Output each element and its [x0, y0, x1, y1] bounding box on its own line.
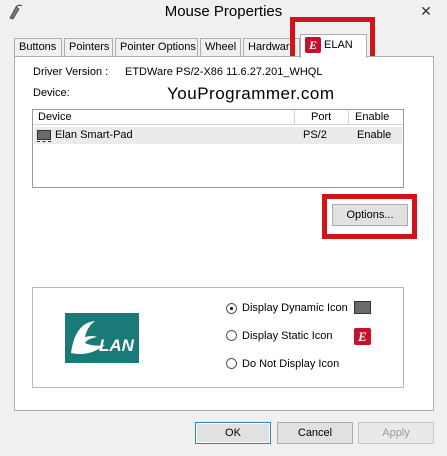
- title-bar: Mouse Properties ✕: [0, 0, 447, 28]
- highlight-box-options: [322, 194, 417, 239]
- tab-elan[interactable]: E ELAN: [300, 34, 367, 58]
- column-header-device[interactable]: Device: [33, 110, 295, 125]
- elan-logo-text: LAN: [99, 336, 135, 355]
- radio-do-not-display-icon[interactable]: [226, 358, 237, 369]
- label-display-static-icon[interactable]: Display Static Icon: [242, 330, 332, 342]
- device-label: Device:: [33, 87, 70, 99]
- tab-pointers[interactable]: Pointers: [64, 38, 113, 57]
- enable-cell: Enable: [357, 129, 392, 141]
- radio-display-static-icon[interactable]: [226, 330, 237, 341]
- watermark-text: YouProgrammer.com: [167, 84, 335, 103]
- tab-wheel[interactable]: Wheel: [200, 38, 241, 57]
- driver-version-value: ETDWare PS/2-X86 11.6.27.201_WHQL: [125, 66, 323, 78]
- radio-selected-dot: [230, 307, 233, 310]
- window-title: Mouse Properties: [164, 3, 283, 20]
- label-display-dynamic-icon[interactable]: Display Dynamic Icon: [242, 302, 348, 314]
- ok-button[interactable]: OK: [195, 422, 271, 444]
- touchpad-icon-base: [37, 141, 51, 143]
- table-header: Device Port Enable: [33, 110, 403, 125]
- apply-button[interactable]: Apply: [358, 422, 434, 444]
- table-row[interactable]: Elan Smart-Pad PS/2 Enable: [34, 127, 402, 144]
- driver-version-label: Driver Version :: [33, 66, 109, 78]
- column-header-enable[interactable]: Enable: [349, 110, 403, 125]
- elan-logo: LAN: [65, 313, 139, 363]
- touchpad-icon: [37, 130, 51, 140]
- device-cell: Elan Smart-Pad: [55, 129, 133, 141]
- tab-pointer-options[interactable]: Pointer Options: [115, 38, 198, 57]
- close-button[interactable]: ✕: [412, 2, 440, 20]
- elan-icon: E: [354, 328, 371, 345]
- tab-elan-label: ELAN: [324, 39, 353, 51]
- elan-icon: E: [305, 37, 321, 54]
- touchpad-icon: [354, 301, 371, 314]
- device-table[interactable]: Device Port Enable Elan Smart-Pad PS/2 E…: [32, 109, 404, 188]
- tab-buttons[interactable]: Buttons: [14, 38, 62, 57]
- cancel-button[interactable]: Cancel: [277, 422, 353, 444]
- label-do-not-display-icon[interactable]: Do Not Display Icon: [242, 358, 339, 370]
- column-header-port[interactable]: Port: [295, 110, 349, 125]
- port-cell: PS/2: [303, 129, 327, 141]
- radio-display-dynamic-icon[interactable]: [226, 303, 237, 314]
